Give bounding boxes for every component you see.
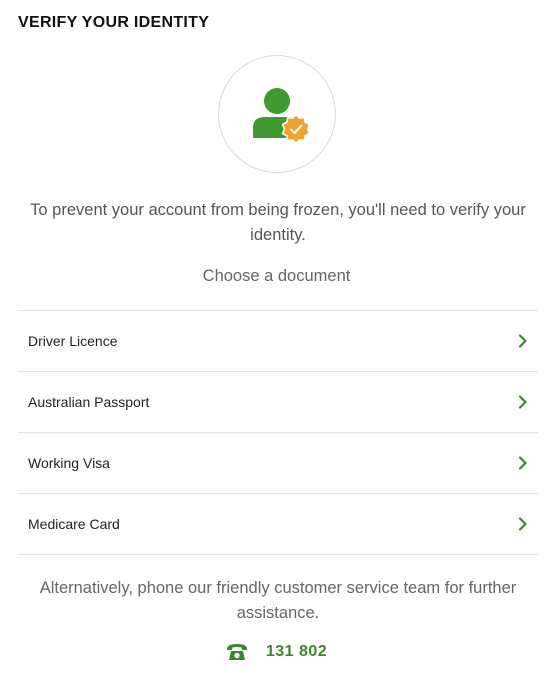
document-option-label: Medicare Card: [28, 516, 120, 532]
chevron-right-icon: [518, 517, 527, 531]
identity-badge: [218, 55, 336, 173]
chevron-right-icon: [518, 395, 527, 409]
document-option-label: Working Visa: [28, 455, 110, 471]
document-option-medicare-card[interactable]: Medicare Card: [18, 494, 538, 555]
chevron-right-icon: [518, 456, 527, 470]
document-list: Driver Licence Australian Passport Worki…: [18, 310, 538, 555]
phone-contact[interactable]: 131 802: [0, 643, 553, 661]
intro-message: To prevent your account from being froze…: [30, 201, 526, 244]
document-option-driver-licence[interactable]: Driver Licence: [18, 311, 538, 372]
chevron-right-icon: [518, 334, 527, 348]
choose-document-label: Choose a document: [202, 267, 351, 285]
document-option-australian-passport[interactable]: Australian Passport: [18, 372, 538, 433]
phone-icon: [226, 644, 247, 660]
phone-number-link[interactable]: 131 802: [266, 643, 327, 661]
document-option-working-visa[interactable]: Working Visa: [18, 433, 538, 494]
alternative-contact-message: Alternatively, phone our friendly custom…: [39, 579, 517, 622]
document-option-label: Australian Passport: [28, 394, 150, 410]
user-verified-icon: [253, 88, 311, 145]
document-option-label: Driver Licence: [28, 333, 118, 349]
page-title: VERIFY YOUR IDENTITY: [18, 14, 210, 31]
